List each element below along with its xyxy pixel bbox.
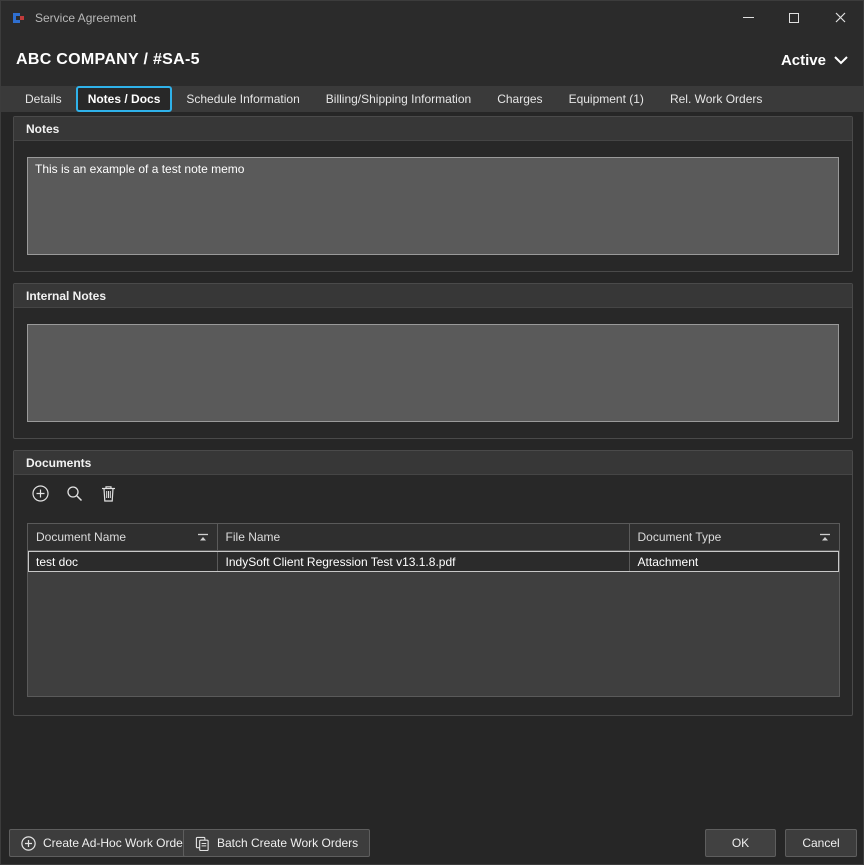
column-label: Document Name [36, 530, 126, 544]
chevron-down-icon [834, 56, 848, 65]
cell-document-name: test doc [28, 551, 218, 572]
plus-circle-icon [32, 485, 49, 502]
minimize-button[interactable] [725, 1, 771, 34]
tab-billing-shipping-information[interactable]: Billing/Shipping Information [314, 86, 483, 112]
documents-group-title: Documents [14, 451, 852, 475]
column-header-file-name[interactable]: File Name [218, 524, 630, 550]
add-document-button[interactable] [29, 482, 51, 504]
tab-charges[interactable]: Charges [485, 86, 554, 112]
titlebar: Service Agreement [1, 1, 863, 34]
button-label: OK [732, 836, 749, 850]
status-label: Active [781, 52, 826, 69]
button-label: Cancel [802, 836, 839, 850]
documents-table: Document Name File Name Document Type te… [27, 523, 840, 697]
page-title: ABC COMPANY / #SA-5 [16, 51, 200, 69]
tab-rel-work-orders[interactable]: Rel. Work Orders [658, 86, 774, 112]
column-header-document-type[interactable]: Document Type [630, 524, 839, 550]
documents-table-header: Document Name File Name Document Type [28, 524, 839, 551]
documents-toolbar [29, 482, 119, 504]
notes-textarea[interactable]: This is an example of a test note memo [27, 157, 839, 255]
internal-notes-textarea[interactable] [27, 324, 839, 422]
copy-documents-icon [195, 836, 210, 851]
service-agreement-window: Service Agreement ABC COMPANY / #SA-5 Ac… [0, 0, 864, 865]
trash-icon [101, 485, 116, 502]
cell-file-name: IndySoft Client Regression Test v13.1.8.… [218, 551, 630, 572]
table-row[interactable]: test doc IndySoft Client Regression Test… [28, 551, 839, 572]
cell-document-type: Attachment [630, 551, 839, 572]
internal-notes-group-title: Internal Notes [14, 284, 852, 308]
column-header-document-name[interactable]: Document Name [28, 524, 218, 550]
notes-group: Notes This is an example of a test note … [13, 116, 853, 272]
tab-notes-docs[interactable]: Notes / Docs [76, 86, 173, 112]
search-icon [66, 485, 83, 502]
status-dropdown[interactable]: Active [781, 52, 848, 69]
tab-schedule-information[interactable]: Schedule Information [174, 86, 311, 112]
window-controls [725, 1, 863, 34]
close-button[interactable] [817, 1, 863, 34]
button-label: Create Ad-Hoc Work Order [43, 836, 187, 850]
column-label: Document Type [638, 530, 722, 544]
sort-icon [197, 533, 209, 542]
batch-create-work-orders-button[interactable]: Batch Create Work Orders [183, 829, 370, 857]
window-title: Service Agreement [35, 11, 136, 25]
plus-circle-icon [21, 836, 36, 851]
documents-group: Documents [13, 450, 853, 716]
column-label: File Name [226, 530, 281, 544]
create-adhoc-work-order-button[interactable]: Create Ad-Hoc Work Order [9, 829, 199, 857]
cancel-button[interactable]: Cancel [785, 829, 857, 857]
ok-button[interactable]: OK [705, 829, 776, 857]
internal-notes-group: Internal Notes [13, 283, 853, 439]
tab-details[interactable]: Details [13, 86, 74, 112]
app-icon [9, 9, 27, 27]
view-document-button[interactable] [63, 482, 85, 504]
maximize-button[interactable] [771, 1, 817, 34]
sort-icon [819, 533, 831, 542]
button-label: Batch Create Work Orders [217, 836, 358, 850]
tab-bar: Details Notes / Docs Schedule Informatio… [1, 86, 863, 112]
notes-group-title: Notes [14, 117, 852, 141]
tab-equipment[interactable]: Equipment (1) [557, 86, 656, 112]
header: ABC COMPANY / #SA-5 Active [1, 34, 863, 86]
delete-document-button[interactable] [97, 482, 119, 504]
